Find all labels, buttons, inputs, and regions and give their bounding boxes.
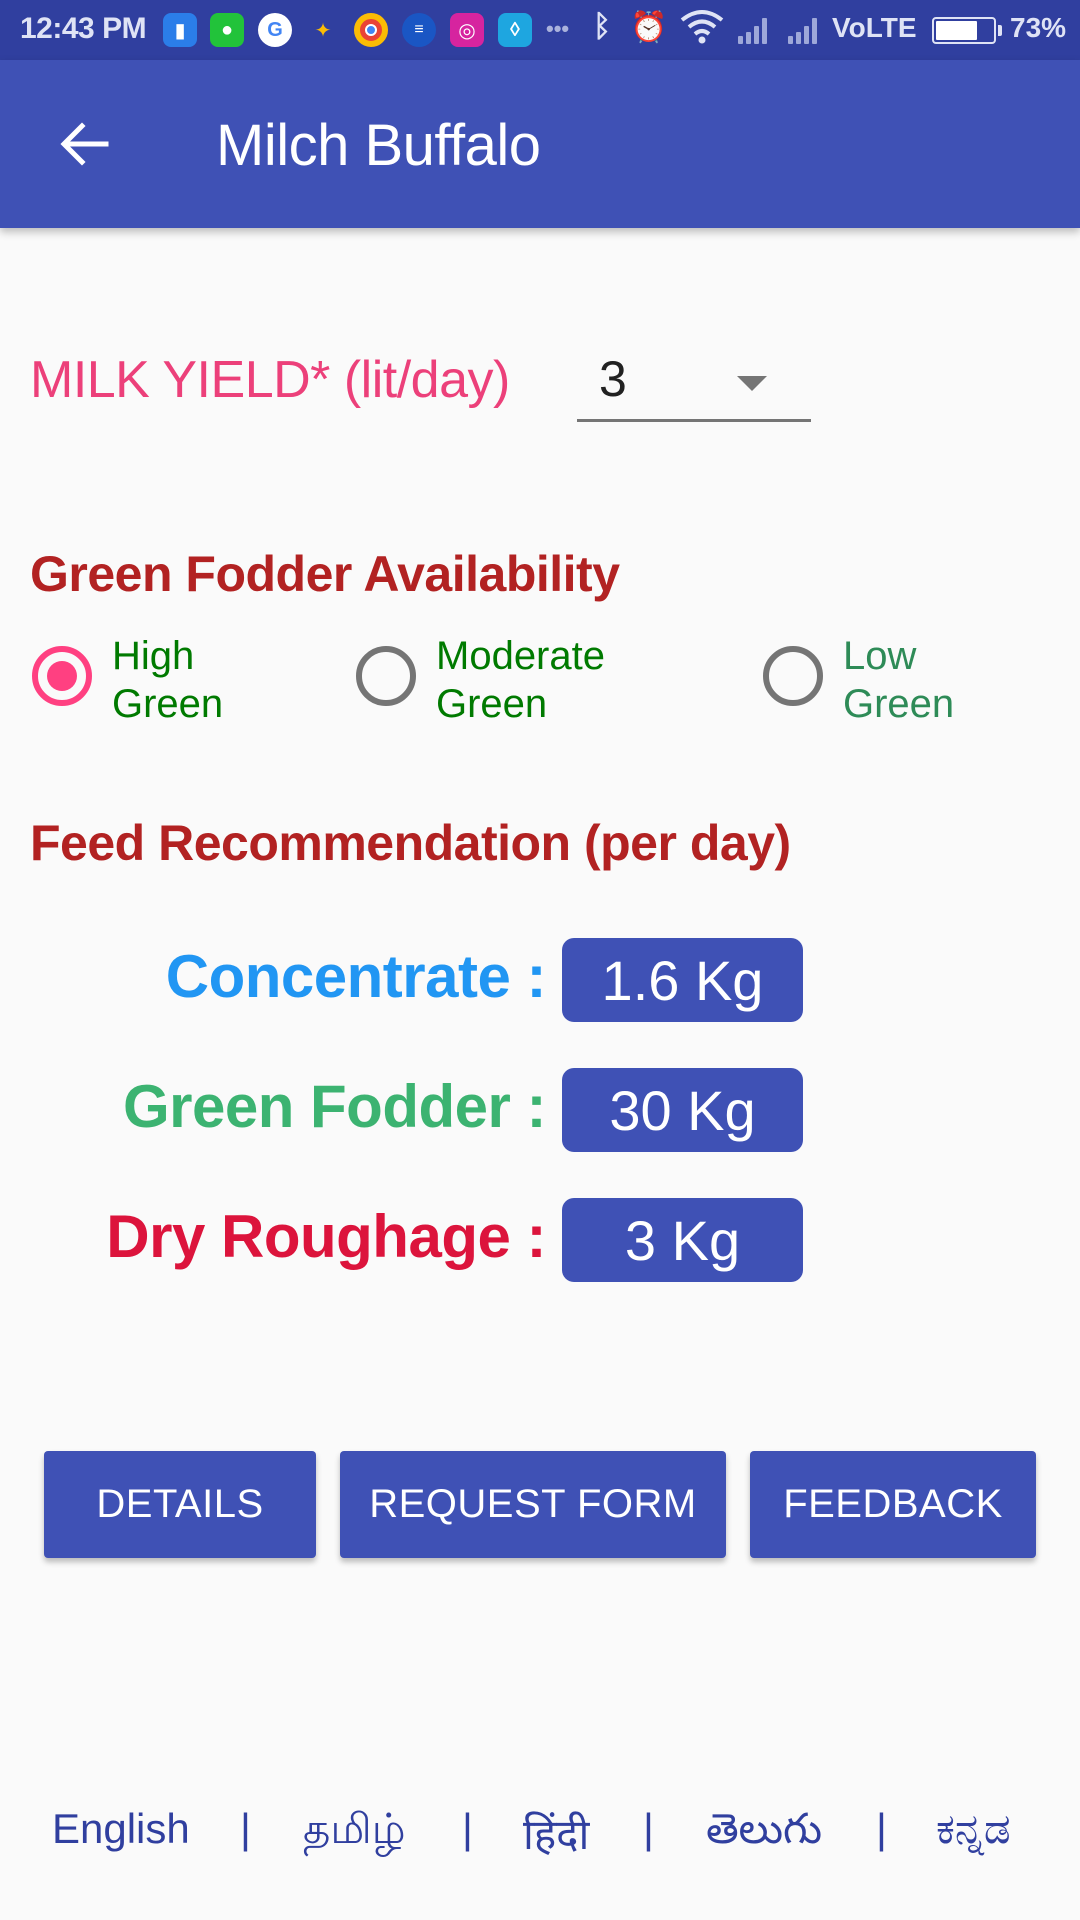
chrome-icon [354, 13, 388, 47]
radio-low-green[interactable]: Low Green [763, 632, 954, 728]
radio-button-icon[interactable] [763, 646, 823, 706]
water-drop-icon: ◊ [498, 13, 532, 47]
milk-yield-value: 3 [599, 351, 627, 407]
language-tamil[interactable]: தமிழ் [303, 1805, 406, 1859]
feed-row-concentrate: Concentrate : 1.6 Kg [0, 938, 1080, 1022]
language-separator: | [876, 1805, 887, 1852]
radio-label-line2: Green [112, 682, 224, 726]
milk-yield-dropdown[interactable]: 3 [577, 350, 811, 422]
photos-icon: ✦ [314, 19, 332, 42]
details-button[interactable]: DETAILS [44, 1451, 316, 1558]
radio-button-icon[interactable] [356, 646, 416, 706]
language-separator: | [643, 1805, 654, 1852]
radio-moderate-green[interactable]: Moderate Green [356, 632, 605, 728]
back-button[interactable] [44, 112, 124, 176]
battery-percent: 73% [1010, 12, 1067, 43]
language-separator: | [462, 1805, 473, 1852]
language-bar: English | தமிழ் | हिंदी | తెలుగు | ಕನ್ನಡ [0, 1805, 1080, 1865]
milk-yield-label: MILK YIELD* (lit/day) [30, 351, 510, 409]
arrow-back-icon [60, 122, 109, 166]
battery-icon [932, 17, 996, 44]
feed-recommendation-title: Feed Recommendation (per day) [30, 815, 791, 871]
feed-row-dry-roughage: Dry Roughage : 3 Kg [0, 1198, 1080, 1282]
radio-label-line2: Green [843, 682, 955, 726]
wifi-icon [680, 8, 724, 52]
network-type-label: VoLTE [832, 12, 917, 43]
signal-strength-icon-2 [788, 18, 817, 44]
instagram-icon: ◎ [450, 13, 484, 47]
news-icon: ≡ [402, 13, 436, 47]
google-icon: G [258, 13, 292, 47]
request-form-button[interactable]: REQUEST FORM [340, 1451, 726, 1558]
battery-level [936, 21, 977, 40]
app-bar: Milch Buffalo [0, 60, 1080, 228]
bluetooth-icon: ᛒ [593, 10, 611, 43]
status-time: 12:43 PM [20, 12, 147, 45]
feed-label: Dry Roughage : [106, 1203, 546, 1270]
language-kannada[interactable]: ಕನ್ನಡ [936, 1805, 1011, 1854]
battery-tip [998, 25, 1002, 36]
language-telugu[interactable]: తెలుగు [706, 1805, 822, 1864]
radio-high-green[interactable]: High Green [32, 632, 223, 728]
status-bar: 12:43 PM ▮ ● G ✦ ≡ ◎ ◊ ••• ᛒ ⏰ VoLTE 73% [0, 0, 1080, 60]
radio-label-line2: Green [436, 682, 548, 726]
signal-strength-icon-1 [738, 18, 767, 44]
feed-label: Green Fodder : [122, 1073, 547, 1140]
feed-value: 3 Kg [562, 1198, 803, 1282]
feed-label: Concentrate : [165, 943, 547, 1010]
more-notifications-icon: ••• [546, 16, 570, 41]
radio-label-line1: High [112, 634, 195, 678]
dropdown-arrow-icon [737, 376, 767, 391]
language-english[interactable]: English [52, 1805, 190, 1853]
feed-row-green-fodder: Green Fodder : 30 Kg [0, 1068, 1080, 1152]
language-separator: | [240, 1805, 251, 1852]
messages-icon: ● [210, 13, 244, 47]
green-fodder-title: Green Fodder Availability [30, 546, 620, 602]
alarm-icon: ⏰ [630, 11, 668, 44]
page-title: Milch Buffalo [216, 113, 541, 178]
feedback-button[interactable]: FEEDBACK [750, 1451, 1036, 1558]
language-hindi[interactable]: हिंदी [523, 1805, 589, 1862]
radio-label-line1: Moderate [436, 634, 605, 678]
feed-value: 30 Kg [562, 1068, 803, 1152]
feed-value: 1.6 Kg [562, 938, 803, 1022]
radio-label-line1: Low [843, 634, 917, 678]
radio-button-icon[interactable] [32, 646, 92, 706]
files-icon: ▮ [163, 13, 197, 47]
